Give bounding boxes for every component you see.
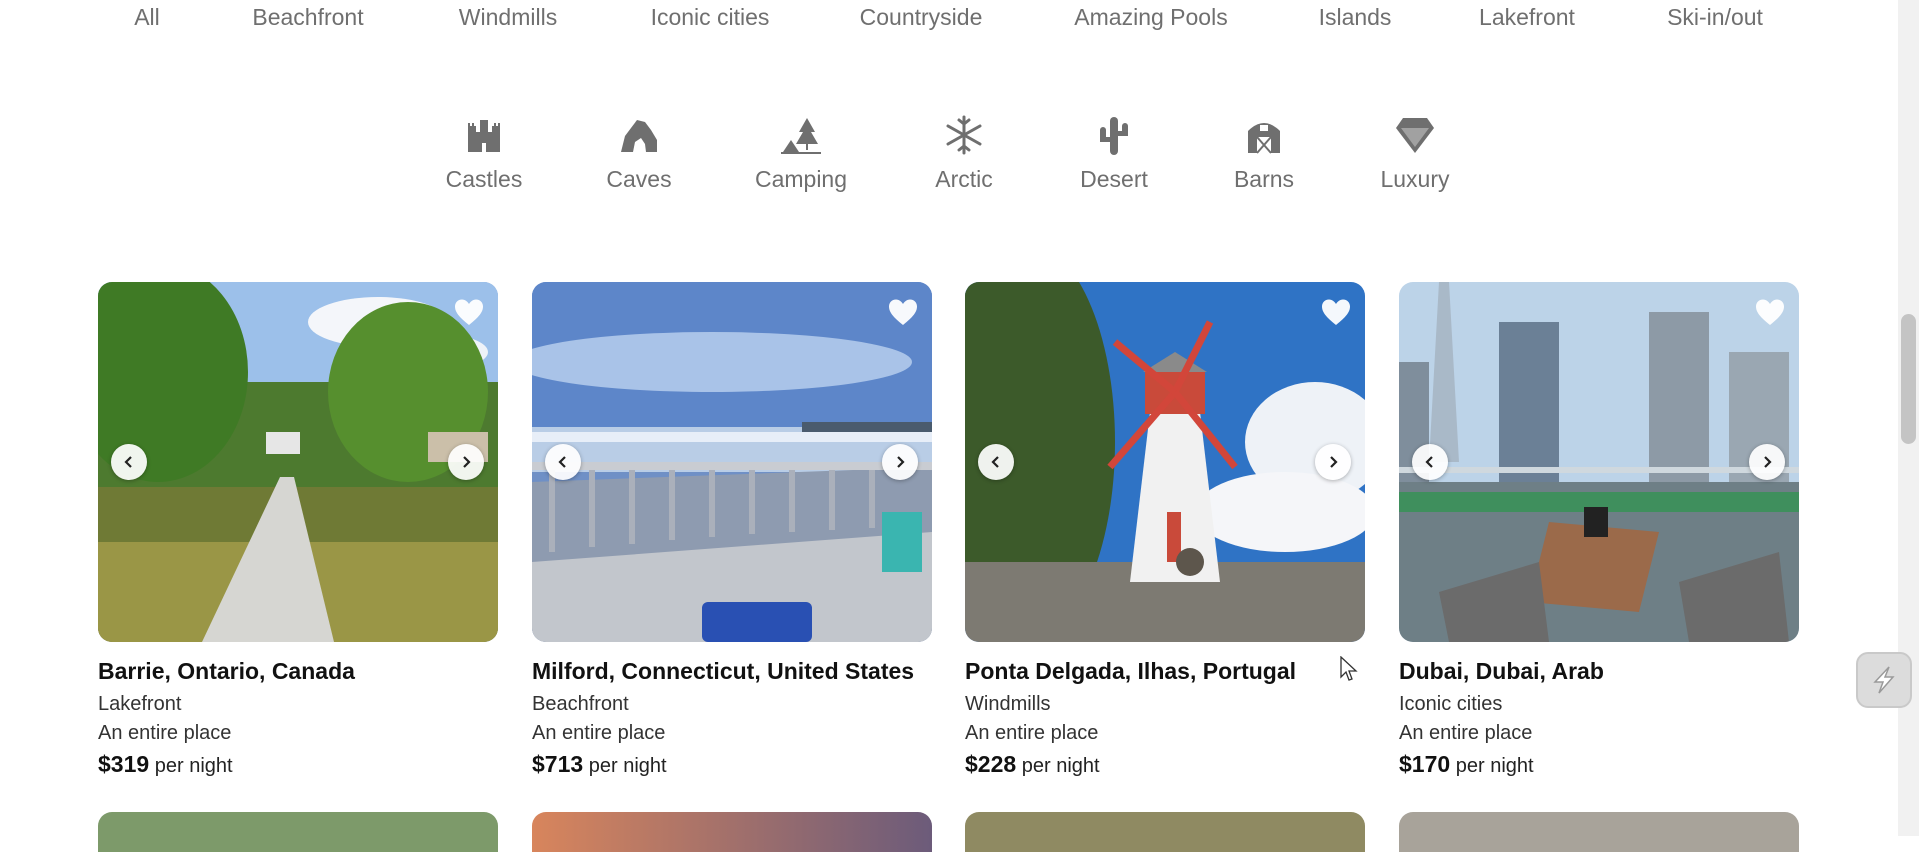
- listing-photo-peek[interactable]: [532, 812, 932, 852]
- listing-type: An entire place: [532, 722, 666, 744]
- chevron-right-icon: [463, 456, 471, 468]
- previous-photo-button[interactable]: [978, 444, 1014, 480]
- category-luxury[interactable]: Luxury: [1350, 114, 1480, 193]
- category-label: Barns: [1233, 166, 1295, 192]
- category-label: Arctic: [935, 166, 993, 192]
- scrollbar-thumb[interactable]: [1901, 314, 1916, 444]
- chevron-left-icon: [991, 456, 999, 468]
- cave-icon: [618, 114, 660, 156]
- listing-price: $713: [532, 751, 584, 777]
- listing-image-city-balcony: [1399, 282, 1799, 642]
- price-period: per night: [588, 755, 667, 777]
- favorite-heart-icon[interactable]: [1755, 298, 1785, 326]
- floating-action-button[interactable]: [1856, 652, 1912, 708]
- castle-icon: [463, 114, 505, 156]
- listing-location: Dubai, Dubai, Arab: [1399, 658, 1604, 684]
- category-ski-in-out[interactable]: Ski-in/out: [1667, 4, 1763, 31]
- category-beachfront[interactable]: Beachfront: [252, 4, 363, 31]
- listing-price-line: $713 per night: [532, 751, 932, 778]
- listing-category: Windmills: [965, 693, 1051, 715]
- category-label: Desert: [1080, 166, 1148, 192]
- listing-price-line: $170 per night: [1399, 751, 1799, 778]
- listing-location: Barrie, Ontario, Canada: [98, 658, 355, 684]
- category-label: Caves: [606, 166, 672, 192]
- listing-card[interactable]: Ponta Delgada, Ilhas, Portugal Windmills…: [965, 282, 1365, 778]
- category-all[interactable]: All: [134, 4, 160, 31]
- category-barns[interactable]: Barns: [1199, 114, 1329, 193]
- favorite-heart-icon[interactable]: [1321, 298, 1351, 326]
- listing-image-beachfront-deck: [532, 282, 932, 642]
- category-windmills[interactable]: Windmills: [459, 4, 557, 31]
- listing-type: An entire place: [965, 722, 1099, 744]
- listing-image-windmill: [965, 282, 1365, 642]
- category-label: Castles: [445, 166, 523, 192]
- listing-category: Iconic cities: [1399, 693, 1503, 715]
- listing-price: $319: [98, 751, 150, 777]
- listing-type: An entire place: [1399, 722, 1533, 744]
- listing-card[interactable]: Milford, Connecticut, United States Beac…: [532, 282, 932, 778]
- favorite-heart-icon[interactable]: [888, 298, 918, 326]
- category-caves[interactable]: Caves: [574, 114, 704, 193]
- category-castles[interactable]: Castles: [419, 114, 549, 193]
- snowflake-icon: [943, 114, 985, 156]
- previous-photo-button[interactable]: [545, 444, 581, 480]
- chevron-right-icon: [897, 456, 905, 468]
- listing-category: Lakefront: [98, 693, 182, 715]
- mouse-cursor-icon: [1340, 655, 1358, 687]
- listing-photo[interactable]: [532, 282, 932, 642]
- lightning-icon: [1873, 666, 1895, 694]
- category-iconic-cities[interactable]: Iconic cities: [651, 4, 770, 31]
- price-period: per night: [154, 755, 233, 777]
- favorite-heart-icon[interactable]: [454, 298, 484, 326]
- listing-price: $228: [965, 751, 1017, 777]
- chevron-right-icon: [1330, 456, 1338, 468]
- previous-photo-button[interactable]: [111, 444, 147, 480]
- listing-photo-peek[interactable]: [98, 812, 498, 852]
- listing-card[interactable]: Dubai, Dubai, Arab Iconic cities An enti…: [1399, 282, 1799, 778]
- listing-price: $170: [1399, 751, 1451, 777]
- category-desert[interactable]: Desert: [1049, 114, 1179, 193]
- next-photo-button[interactable]: [1749, 444, 1785, 480]
- chevron-left-icon: [124, 456, 132, 468]
- listing-card[interactable]: Barrie, Ontario, Canada Lakefront An ent…: [98, 282, 498, 778]
- chevron-left-icon: [1425, 456, 1433, 468]
- camping-icon: [780, 114, 822, 156]
- chevron-left-icon: [558, 456, 566, 468]
- price-period: per night: [1021, 755, 1100, 777]
- category-islands[interactable]: Islands: [1319, 4, 1392, 31]
- category-label: Camping: [754, 166, 848, 192]
- listing-photo-peek[interactable]: [965, 812, 1365, 852]
- listing-location: Ponta Delgada, Ilhas, Portugal: [965, 658, 1297, 684]
- listing-type: An entire place: [98, 722, 232, 744]
- category-label: Luxury: [1380, 166, 1450, 192]
- listing-price-line: $319 per night: [98, 751, 498, 778]
- listing-image-lakefront-dock: [98, 282, 498, 642]
- listing-photo-peek[interactable]: [1399, 812, 1799, 852]
- category-camping[interactable]: Camping: [736, 114, 866, 193]
- price-period: per night: [1455, 755, 1534, 777]
- listing-category: Beachfront: [532, 693, 629, 715]
- previous-photo-button[interactable]: [1412, 444, 1448, 480]
- category-lakefront[interactable]: Lakefront: [1479, 4, 1575, 31]
- listing-price-line: $228 per night: [965, 751, 1365, 778]
- next-photo-button[interactable]: [882, 444, 918, 480]
- barn-icon: [1243, 114, 1285, 156]
- listing-photo[interactable]: [965, 282, 1365, 642]
- listing-photo[interactable]: [1399, 282, 1799, 642]
- chevron-right-icon: [1764, 456, 1772, 468]
- cactus-icon: [1093, 114, 1135, 156]
- next-photo-button[interactable]: [448, 444, 484, 480]
- listing-photo[interactable]: [98, 282, 498, 642]
- category-amazing-pools[interactable]: Amazing Pools: [1074, 4, 1227, 31]
- category-arctic[interactable]: Arctic: [899, 114, 1029, 193]
- category-countryside[interactable]: Countryside: [860, 4, 983, 31]
- category-text-bar: All Beachfront Windmills Iconic cities C…: [0, 0, 1919, 40]
- next-photo-button[interactable]: [1315, 444, 1351, 480]
- diamond-icon: [1394, 114, 1436, 156]
- listing-location: Milford, Connecticut, United States: [532, 658, 915, 684]
